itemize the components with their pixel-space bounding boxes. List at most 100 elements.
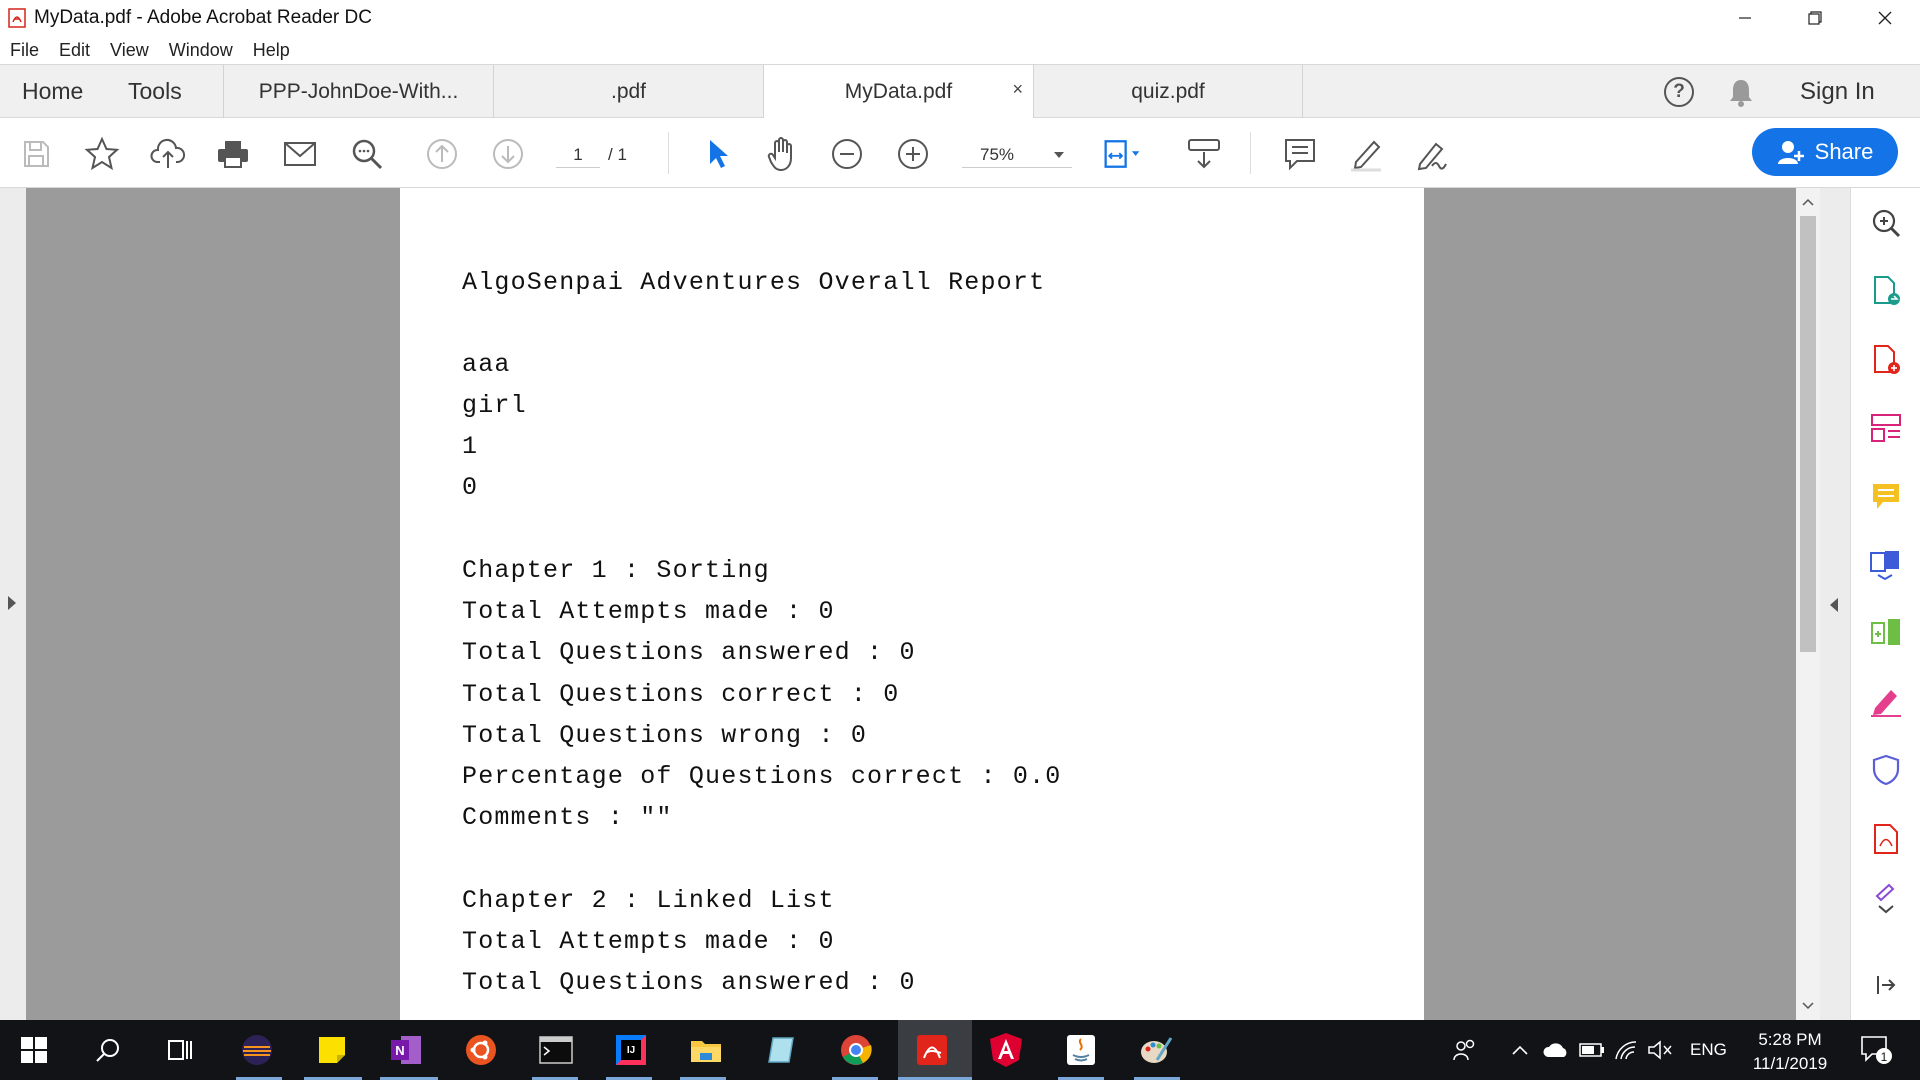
svg-text:IJ: IJ xyxy=(627,1045,635,1056)
scroll-mode-icon[interactable] xyxy=(1184,134,1224,174)
zoom-select[interactable]: 75% xyxy=(962,142,1072,168)
print-icon[interactable] xyxy=(213,134,253,174)
clock[interactable]: 5:28 PM 11/1/2019 xyxy=(1740,1028,1840,1076)
organize-pages-icon[interactable] xyxy=(1869,616,1903,650)
comment-tool-icon[interactable] xyxy=(1869,480,1903,514)
notepad-app-icon[interactable] xyxy=(761,1030,801,1070)
java-icon[interactable] xyxy=(1061,1030,1101,1070)
menu-edit[interactable]: Edit xyxy=(59,40,90,61)
chapter-heading: Chapter 1 : Sorting xyxy=(462,556,770,585)
chapter-heading: Chapter 2 : Linked List xyxy=(462,886,835,915)
menu-window[interactable]: Window xyxy=(169,40,233,61)
ubuntu-icon[interactable] xyxy=(461,1030,501,1070)
more-tools-icon[interactable] xyxy=(1869,883,1903,917)
next-page-icon[interactable] xyxy=(488,134,528,174)
file-explorer-icon[interactable] xyxy=(686,1030,726,1070)
scroll-down-icon[interactable] xyxy=(1801,998,1815,1016)
right-pane-toggle[interactable] xyxy=(1820,188,1850,1020)
tab-document-active[interactable]: MyData.pdf × xyxy=(763,65,1033,119)
export-pdf-icon[interactable] xyxy=(1869,274,1903,308)
cloud-upload-icon[interactable] xyxy=(148,134,188,174)
highlight-pen-icon[interactable] xyxy=(1346,134,1386,174)
share-button[interactable]: Share xyxy=(1752,128,1898,176)
fill-sign-icon[interactable] xyxy=(1869,685,1903,719)
protect-shield-icon[interactable] xyxy=(1869,753,1903,787)
fit-page-icon[interactable] xyxy=(1102,134,1142,174)
windows-start-icon[interactable] xyxy=(14,1030,54,1070)
eclipse-icon[interactable] xyxy=(237,1030,277,1070)
doc-line: girl xyxy=(462,391,527,420)
tab-document[interactable]: PPP-JohnDoe-With... xyxy=(223,65,493,118)
zoom-out-icon[interactable] xyxy=(827,134,867,174)
save-icon[interactable] xyxy=(16,134,56,174)
close-button[interactable] xyxy=(1850,0,1920,36)
doc-line: Total Attempts made : 0 xyxy=(462,927,835,956)
scroll-up-icon[interactable] xyxy=(1801,194,1815,212)
search-icon[interactable] xyxy=(347,134,387,174)
sticky-notes-icon[interactable] xyxy=(312,1030,352,1070)
hand-tool-icon[interactable] xyxy=(762,134,802,174)
tools-pane xyxy=(1850,188,1920,1020)
acrobat-taskbar-icon[interactable] xyxy=(912,1030,952,1070)
tab-tools[interactable]: Tools xyxy=(128,78,182,105)
onenote-icon[interactable]: N xyxy=(386,1030,426,1070)
create-pdf-icon[interactable] xyxy=(1869,343,1903,377)
collapse-pane-icon[interactable] xyxy=(1869,968,1903,1002)
sign-pen-icon[interactable] xyxy=(1412,134,1452,174)
left-pane-toggle[interactable] xyxy=(0,188,26,1020)
pdf-page[interactable]: AlgoSenpai Adventures Overall Report aaa… xyxy=(400,188,1424,1020)
tab-home[interactable]: Home xyxy=(22,78,83,105)
tab-label: MyData.pdf xyxy=(844,80,953,103)
doc-line: Percentage of Questions correct : 0.0 xyxy=(462,762,1062,791)
angular-icon[interactable] xyxy=(986,1030,1026,1070)
restore-button[interactable] xyxy=(1780,0,1850,36)
chevron-up-icon[interactable] xyxy=(1500,1030,1540,1070)
menu-file[interactable]: File xyxy=(10,40,39,61)
scrollbar-thumb[interactable] xyxy=(1800,216,1816,652)
speaker-muted-icon[interactable] xyxy=(1640,1030,1680,1070)
zoom-in-icon[interactable] xyxy=(893,134,933,174)
pdf-file-icon[interactable] xyxy=(1869,822,1903,856)
title-bar: MyData.pdf - Adobe Acrobat Reader DC xyxy=(0,0,1920,36)
tab-document[interactable]: .pdf xyxy=(493,65,763,118)
report-title: AlgoSenpai Adventures Overall Report xyxy=(462,268,1046,297)
tab-close-button[interactable]: × xyxy=(1012,79,1023,100)
page-number-input[interactable]: 1 xyxy=(556,142,600,168)
intellij-icon[interactable]: IJ xyxy=(611,1030,651,1070)
tab-document[interactable]: quiz.pdf xyxy=(1033,65,1303,118)
onedrive-icon[interactable] xyxy=(1536,1030,1576,1070)
menu-view[interactable]: View xyxy=(110,40,149,61)
people-icon[interactable] xyxy=(1446,1030,1486,1070)
doc-line: aaa xyxy=(462,350,511,379)
terminal-icon[interactable] xyxy=(536,1030,576,1070)
doc-line: Total Questions answered : 0 xyxy=(462,638,916,667)
edit-pdf-icon[interactable] xyxy=(1869,411,1903,445)
vertical-scrollbar[interactable] xyxy=(1796,188,1820,1020)
expand-right-icon xyxy=(8,596,16,610)
input-language[interactable]: ENG xyxy=(1690,1040,1727,1060)
help-icon[interactable]: ? xyxy=(1664,77,1694,107)
select-cursor-icon[interactable] xyxy=(697,134,737,174)
notification-center-icon[interactable]: 1 xyxy=(1860,1034,1894,1071)
combine-files-icon[interactable] xyxy=(1869,548,1903,582)
zoom-search-icon[interactable] xyxy=(1869,206,1903,240)
search-icon[interactable] xyxy=(88,1030,128,1070)
email-icon[interactable] xyxy=(280,134,320,174)
tab-label: .pdf xyxy=(610,79,647,103)
window-title: MyData.pdf - Adobe Acrobat Reader DC xyxy=(34,7,372,28)
menu-help[interactable]: Help xyxy=(253,40,290,61)
bell-icon[interactable] xyxy=(1726,77,1756,114)
tab-label: PPP-JohnDoe-With... xyxy=(258,79,459,103)
toolbar-divider xyxy=(668,132,669,174)
doc-line: Comments : "" xyxy=(462,803,673,832)
page-total: / 1 xyxy=(608,145,627,164)
star-icon[interactable] xyxy=(82,134,122,174)
collapse-left-icon xyxy=(1830,598,1838,612)
chrome-icon[interactable] xyxy=(836,1030,876,1070)
task-view-icon[interactable] xyxy=(160,1030,200,1070)
paint-icon[interactable] xyxy=(1136,1030,1176,1070)
comment-icon[interactable] xyxy=(1280,134,1320,174)
minimize-button[interactable] xyxy=(1710,0,1780,36)
previous-page-icon[interactable] xyxy=(422,134,462,174)
sign-in-link[interactable]: Sign In xyxy=(1800,78,1875,106)
